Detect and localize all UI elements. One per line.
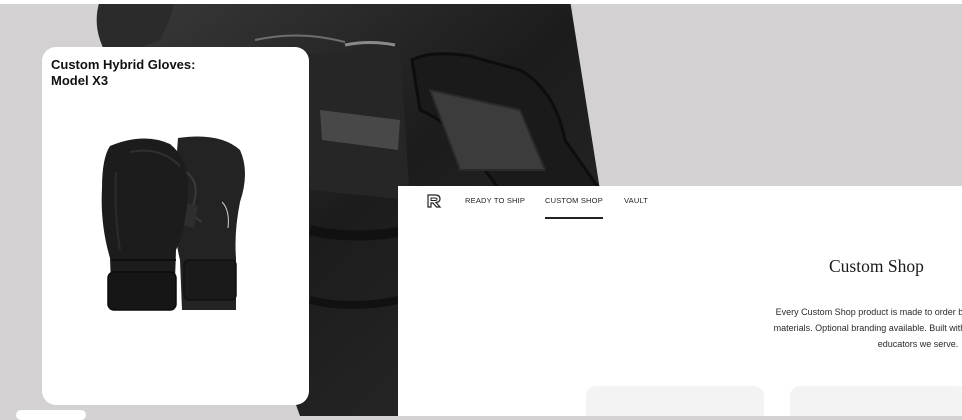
page-title: Custom Shop [829,256,924,276]
tab-vault[interactable]: VAULT [624,196,648,205]
shop-card-1[interactable] [586,386,764,416]
hybrid-gloves-image [101,136,245,311]
top-navigation: READY TO SHIP CUSTOM SHOP VAULT [398,186,962,220]
tab-ready-to-ship[interactable]: READY TO SHIP [465,196,525,205]
tab-custom-shop[interactable]: CUSTOM SHOP [545,196,603,219]
description-line-3: educators we serve. [877,339,959,349]
top-strip [0,0,962,4]
bottom-pill [16,410,86,420]
description-line-1: Every Custom Shop product is made to ord… [775,307,962,317]
description-line-2: materials. Optional branding available. … [773,323,962,333]
brand-logo-icon[interactable] [426,193,442,209]
page-description: Every Custom Shop product is made to ord… [638,304,962,352]
custom-shop-panel: READY TO SHIP CUSTOM SHOP VAULT Custom S… [398,186,962,416]
product-title: Custom Hybrid Gloves: Model X3 [51,57,196,88]
shop-card-2[interactable] [790,386,962,416]
product-card[interactable]: Custom Hybrid Gloves: Model X3 [42,47,309,405]
